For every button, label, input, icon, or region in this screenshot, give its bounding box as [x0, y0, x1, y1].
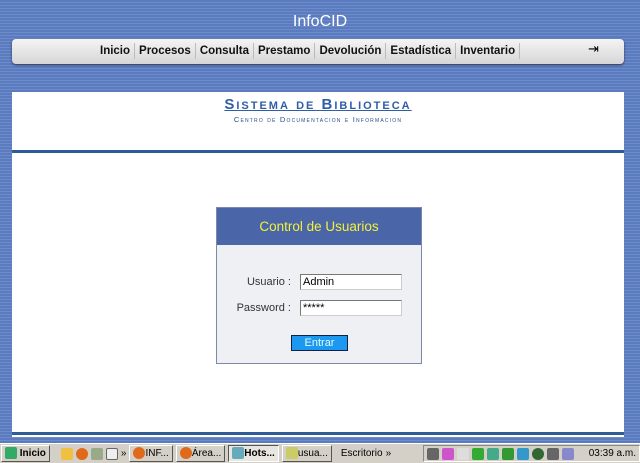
password-label: Password : [236, 302, 291, 314]
logo-title: Sistema de Biblioteca [224, 96, 412, 113]
menu-estadistica[interactable]: Estadística [386, 43, 457, 59]
start-button[interactable]: Inicio [1, 445, 50, 462]
globe-icon[interactable] [531, 447, 544, 460]
app-icon [232, 447, 245, 460]
windows-icon [5, 447, 17, 460]
login-box: Control de Usuarios Usuario : Password :… [216, 207, 422, 364]
clock-icon[interactable] [60, 447, 73, 460]
password-input[interactable] [300, 300, 402, 316]
task-inf[interactable]: INF... [129, 445, 173, 462]
exit-icon[interactable]: ⇥ [588, 41, 599, 57]
logo-subtitle: Centro de Documentacion e Informacion [233, 115, 403, 124]
tray-icon[interactable] [516, 447, 529, 460]
task-area[interactable]: Área... [175, 445, 226, 462]
taskbar: Inicio » INF... Área... Hots... usua... … [0, 443, 640, 463]
color-icon[interactable] [441, 447, 454, 460]
menu-procesos[interactable]: Procesos [135, 43, 196, 59]
logo: Sistema de Biblioteca Centro de Document… [12, 96, 624, 124]
app-title: InfoCID [292, 13, 348, 30]
user-label: Usuario : [246, 276, 291, 288]
more-icon[interactable]: » [121, 448, 127, 459]
java-icon[interactable] [561, 447, 574, 460]
desktop-toolbar[interactable]: Escritorio [341, 448, 383, 459]
nav-bar: Inicio Procesos Consulta Prestamo Devolu… [12, 39, 624, 64]
firefox-icon [179, 447, 192, 460]
menu-inicio[interactable]: Inicio [96, 43, 136, 59]
divider [12, 150, 624, 153]
menu-devolucion[interactable]: Devolución [315, 43, 387, 59]
network-icon[interactable] [546, 447, 559, 460]
task-hots[interactable]: Hots... [228, 445, 279, 462]
divider [12, 432, 624, 435]
firefox-icon [133, 447, 146, 460]
clock: 03:39 a.m. [588, 448, 636, 459]
tray-icon[interactable] [486, 447, 499, 460]
more-icon[interactable]: » [386, 448, 392, 459]
mail-icon[interactable] [456, 447, 469, 460]
menu-inventario[interactable]: Inventario [456, 43, 521, 59]
tray-icon[interactable] [501, 447, 514, 460]
menu-prestamo[interactable]: Prestamo [254, 43, 316, 59]
network-icon[interactable] [426, 447, 439, 460]
firefox-icon[interactable] [75, 447, 88, 460]
main-panel: Sistema de Biblioteca Centro de Document… [12, 92, 624, 437]
login-title: Control de Usuarios [217, 208, 421, 245]
search-icon [285, 447, 298, 460]
menu-consulta[interactable]: Consulta [196, 43, 255, 59]
task-usua[interactable]: usua... [281, 445, 332, 462]
tray-icon[interactable] [471, 447, 484, 460]
system-tray: 03:39 a.m. [422, 445, 640, 462]
notepad-icon[interactable] [90, 447, 103, 460]
word-icon[interactable] [105, 447, 118, 460]
user-input[interactable] [300, 274, 402, 290]
submit-button[interactable]: Entrar [291, 335, 348, 351]
